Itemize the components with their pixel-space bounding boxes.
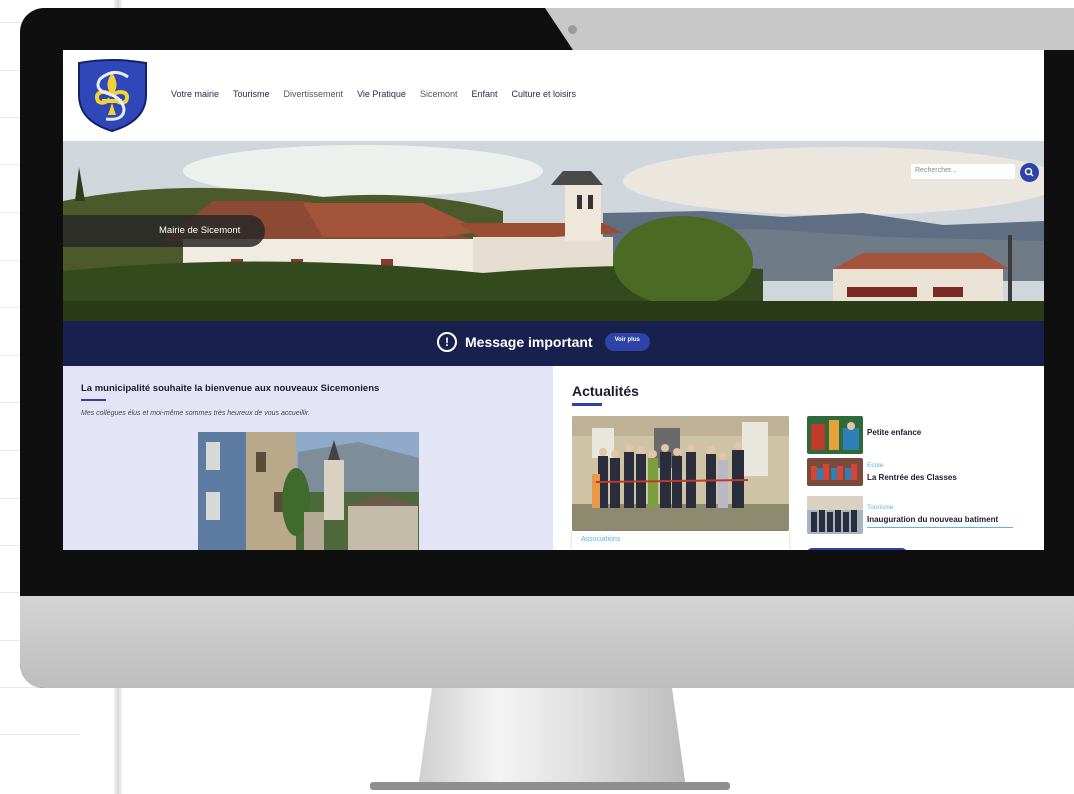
monitor-stand (418, 688, 686, 788)
town-street-image (198, 432, 419, 550)
search-button[interactable] (1020, 163, 1039, 182)
news-item-inauguration[interactable]: Tourisme Inauguration du nouveau batimen… (807, 496, 1027, 536)
hero-village-photo: Mairie de Sicemont Rechercher... (63, 141, 1044, 321)
site-header: Votre mairie Tourisme Divertissement Vie… (63, 50, 1044, 141)
sicemont-coat-of-arms-logo[interactable] (76, 59, 149, 133)
welcome-title: La municipalité souhaite la bienvenue au… (81, 383, 380, 394)
welcome-subtitle: Mes collègues élus et moi-même sommes tr… (81, 410, 310, 417)
voir-plus-button[interactable]: Voir plus (604, 333, 650, 351)
news-item-title[interactable]: Inauguration du nouveau batiment (867, 515, 998, 524)
playground-image (807, 416, 863, 454)
monitor-stand-base (370, 782, 730, 790)
important-message: ! Message important Voir plus (437, 332, 650, 352)
nav-item-divertissement[interactable]: Divertissement (284, 89, 344, 99)
news-title-underline (572, 403, 602, 406)
welcome-title-underline (81, 399, 106, 401)
search-input[interactable]: Rechercher... (911, 164, 1015, 179)
news-thumbnail[interactable] (807, 416, 863, 454)
camera-icon (568, 25, 577, 34)
featured-news-category[interactable]: Associations (581, 536, 620, 543)
news-item-underline (867, 527, 1013, 528)
main-nav: Votre mairie Tourisme Divertissement Vie… (171, 89, 576, 99)
news-item-title[interactable]: La Rentrée des Classes (867, 473, 957, 482)
news-section: Actualités Associations Petite enfance E… (553, 366, 1044, 550)
nav-item-tourisme[interactable]: Tourisme (233, 89, 270, 99)
nav-item-vie-pratique[interactable]: Vie Pratique (357, 89, 406, 99)
featured-news-card[interactable]: Associations (572, 531, 789, 550)
hero-label: Mairie de Sicemont (63, 215, 265, 247)
important-message-banner: ! Message important Voir plus (63, 321, 1044, 366)
classroom-image (807, 458, 863, 486)
news-item-title[interactable]: Petite enfance (867, 428, 921, 437)
more-news-button[interactable] (807, 548, 907, 550)
desktop-stage: Votre mairie Tourisme Divertissement Vie… (0, 0, 1074, 794)
inauguration-group-image (572, 416, 789, 531)
news-item-rentree-des-classes[interactable]: Ecole La Rentrée des Classes (807, 458, 1027, 498)
news-thumbnail[interactable] (807, 458, 863, 486)
nav-item-votre-mairie[interactable]: Votre mairie (171, 89, 219, 99)
welcome-section: La municipalité souhaite la bienvenue au… (63, 366, 553, 550)
group-photo-image (807, 496, 863, 534)
news-item-category[interactable]: Ecole (867, 462, 883, 469)
news-title: Actualités (572, 383, 639, 399)
screen-glare (545, 8, 1074, 50)
nav-item-enfant[interactable]: Enfant (471, 89, 497, 99)
website-screen: Votre mairie Tourisme Divertissement Vie… (63, 50, 1044, 550)
featured-news-photo[interactable] (572, 416, 789, 531)
monitor-chin (20, 596, 1074, 688)
exclamation-circle-icon: ! (437, 332, 457, 352)
nav-item-sicemont[interactable]: Sicemont (420, 89, 458, 99)
important-message-text: Message important (465, 334, 593, 350)
welcome-town-photo (198, 432, 419, 550)
news-item-category[interactable]: Tourisme (867, 504, 893, 511)
nav-item-culture-et-loisirs[interactable]: Culture et loisirs (512, 89, 577, 99)
news-thumbnail[interactable] (807, 496, 863, 534)
news-item-petite-enfance[interactable]: Petite enfance (807, 416, 1027, 456)
search-icon (1024, 167, 1034, 177)
